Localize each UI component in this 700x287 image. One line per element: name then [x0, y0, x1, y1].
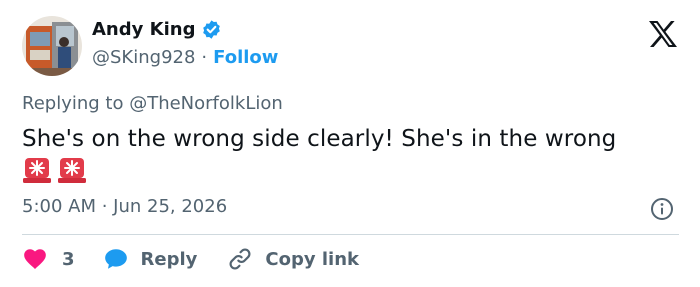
author-name[interactable]: Andy King — [92, 19, 195, 40]
reply-label: Reply — [140, 248, 198, 270]
avatar[interactable] — [22, 16, 82, 76]
like-button[interactable]: 3 — [22, 246, 75, 272]
police-light-emoji-icon — [58, 158, 86, 183]
separator-dot: · — [201, 47, 208, 68]
heart-icon — [24, 249, 46, 269]
info-icon[interactable] — [650, 197, 674, 221]
copy-link-button[interactable]: Copy link — [227, 246, 359, 272]
police-light-emoji-icon — [23, 158, 51, 183]
verified-badge-icon — [203, 20, 221, 39]
reply-prefix: Replying to — [22, 93, 130, 114]
tweet-timestamp[interactable]: 5:00 AM · Jun 25, 2026 — [22, 196, 227, 217]
reply-bubble-icon — [104, 249, 127, 269]
copy-link-label: Copy link — [265, 248, 359, 270]
x-logo-icon[interactable] — [648, 20, 678, 48]
action-bar: 3 Reply Copy link — [22, 246, 359, 272]
emoji-row — [22, 155, 87, 185]
follow-button[interactable]: Follow — [213, 47, 278, 68]
author-handle[interactable]: @SKing928 — [92, 47, 195, 68]
reply-button[interactable]: Reply — [103, 246, 198, 272]
like-count: 3 — [62, 248, 75, 270]
divider — [22, 234, 679, 235]
reply-mention-link[interactable]: @TheNorfolkLion — [129, 93, 283, 114]
link-icon — [229, 248, 251, 270]
tweet-text: She's on the wrong side clearly! She's i… — [22, 126, 617, 152]
reply-context: Replying to @TheNorfolkLion — [22, 93, 283, 114]
